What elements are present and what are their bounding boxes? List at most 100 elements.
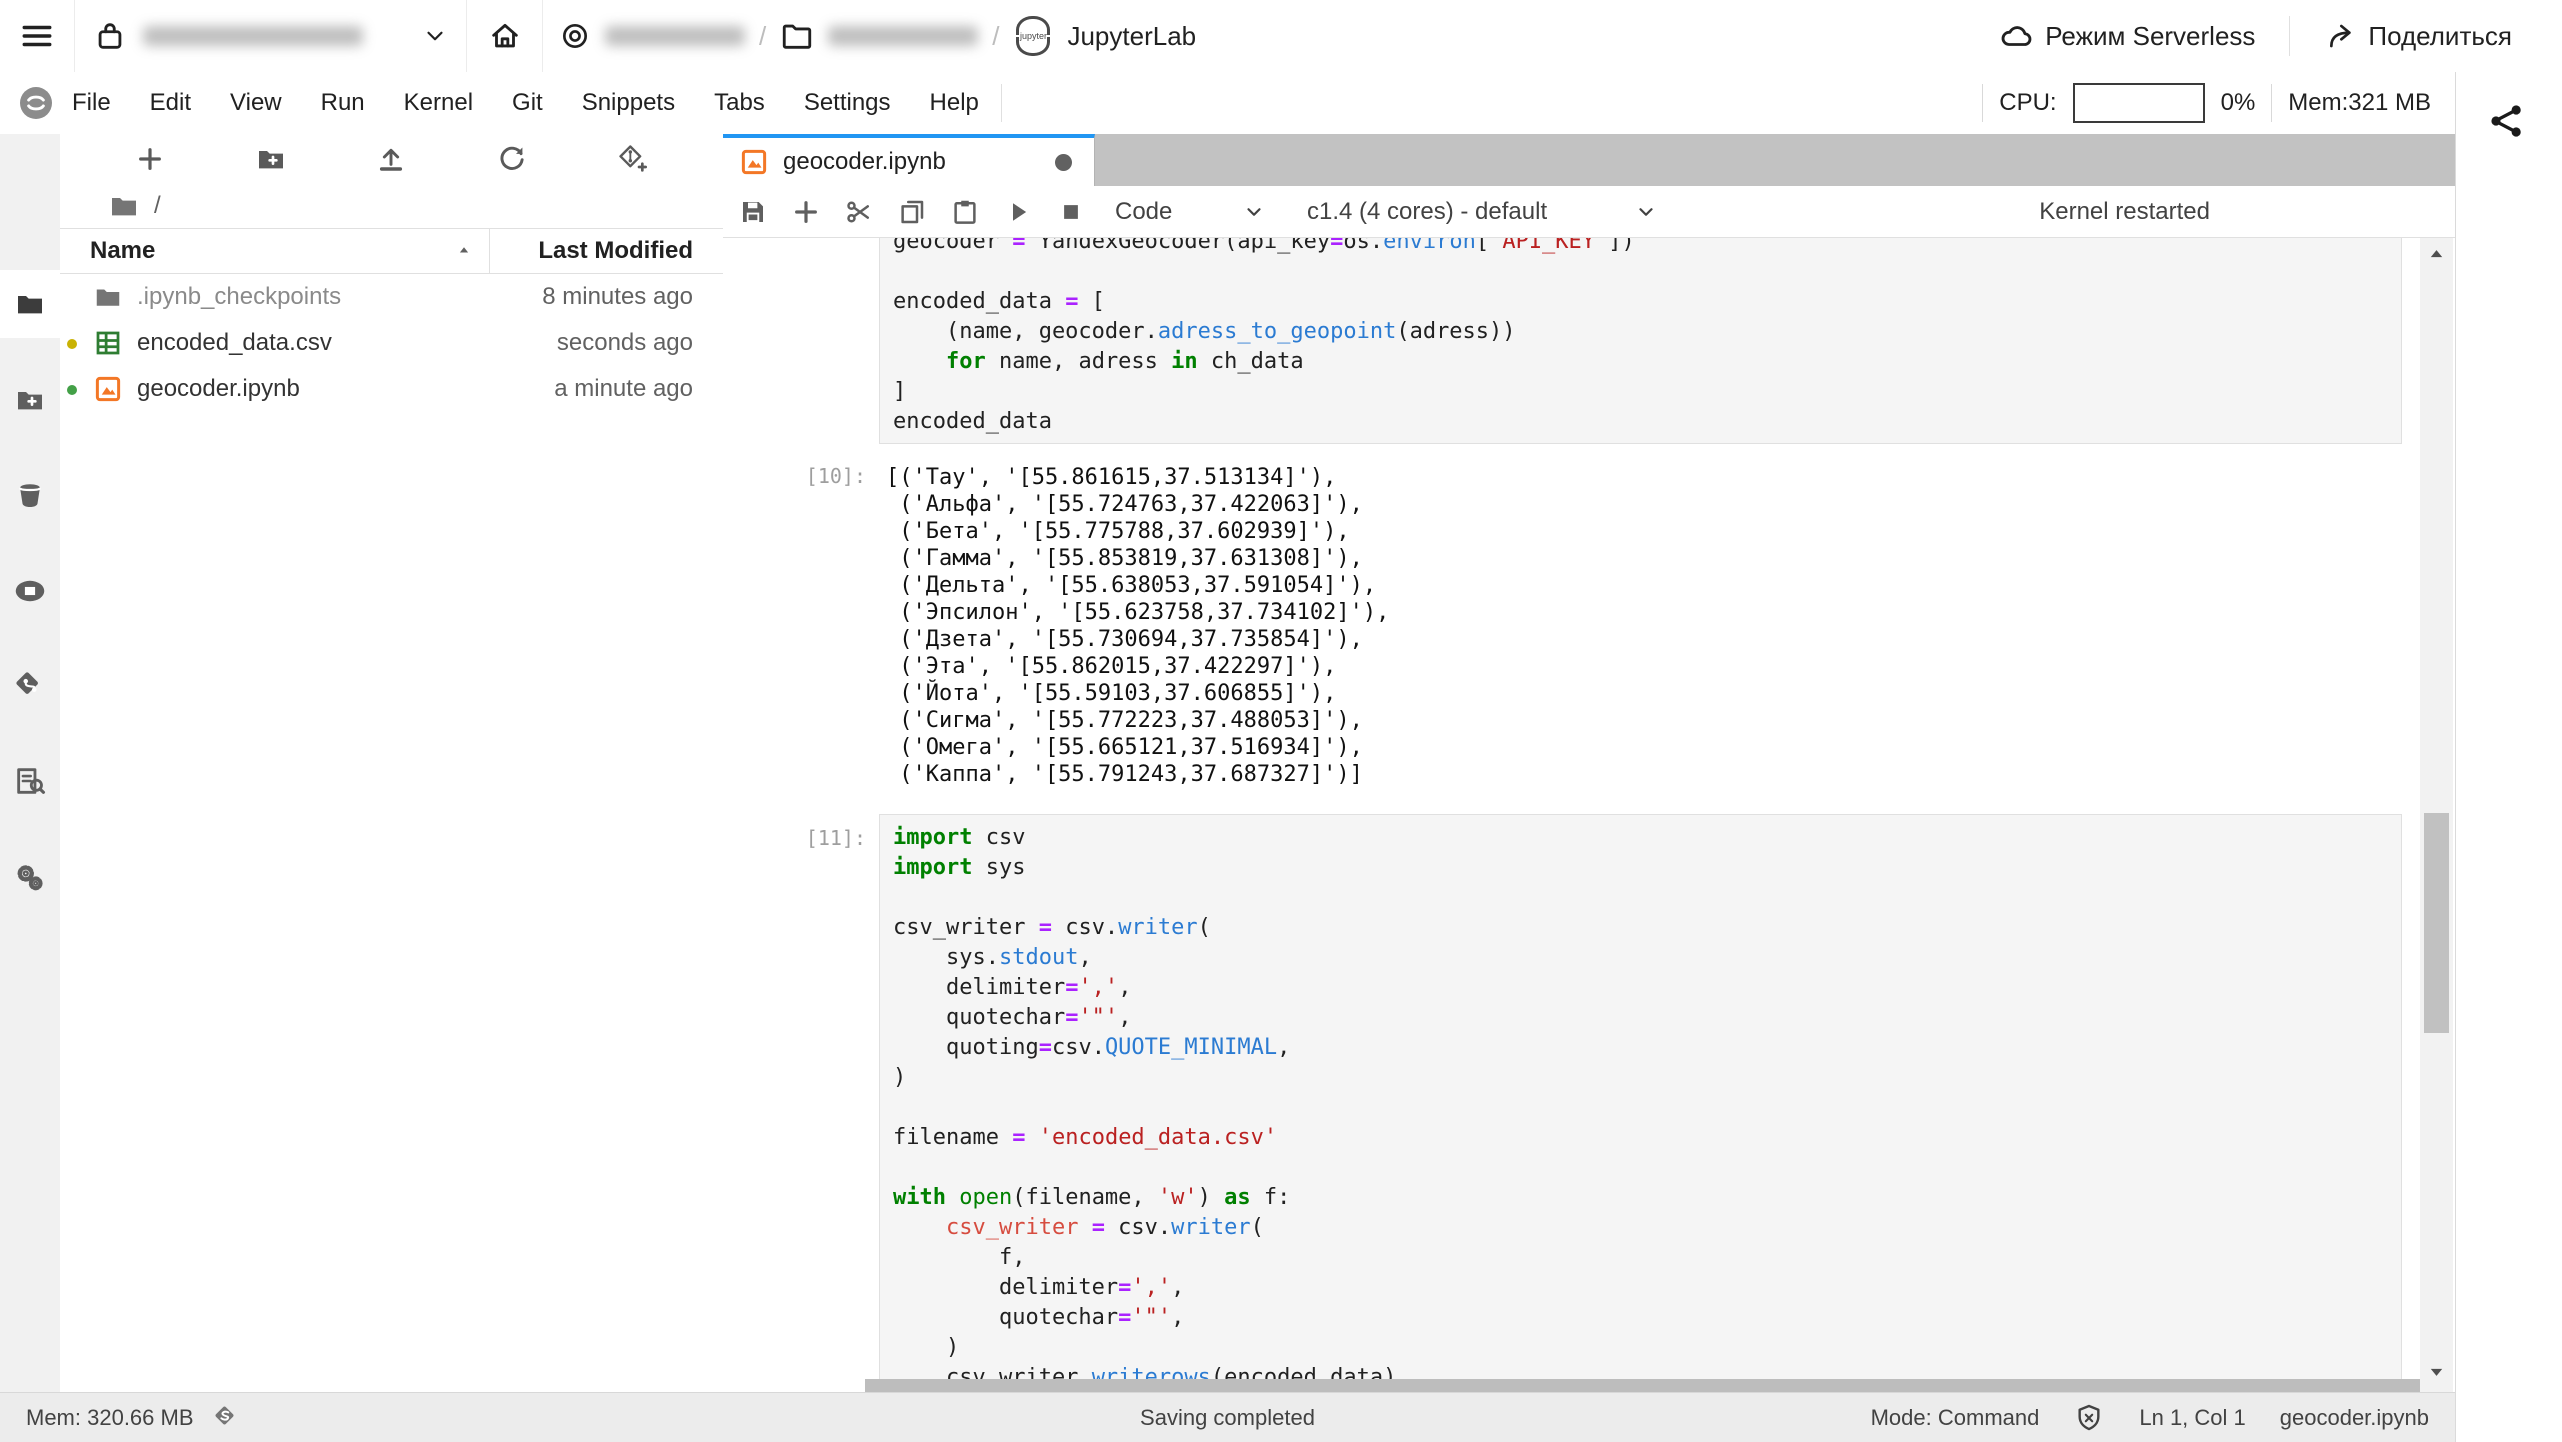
stop-button[interactable] — [1055, 197, 1087, 227]
cell-type-value: Code — [1115, 197, 1173, 225]
file-row--ipynb-checkpoints[interactable]: .ipynb_checkpoints 8 minutes ago — [60, 274, 723, 320]
hamburger-icon — [20, 19, 54, 53]
folder-plus-icon — [255, 143, 287, 175]
menu-kernel[interactable]: Kernel — [404, 89, 473, 117]
file-row-geocoder-ipynb[interactable]: geocoder.ipynb a minute ago — [60, 366, 723, 412]
divider — [1982, 84, 1984, 122]
menu-items: File Edit View Run Kernel Git Snippets Tabs Sett… — [72, 89, 979, 117]
cell-prompt: [11]: — [805, 826, 866, 850]
upload-button[interactable] — [375, 143, 407, 175]
save-icon — [738, 197, 768, 227]
plus-icon — [134, 143, 166, 175]
memory-usage: Mem: 320.66 MB — [26, 1404, 194, 1430]
code-editor[interactable]: geocoder = YandexGeocoder(api_key=os.env… — [879, 238, 2402, 444]
activity-sidebar — [0, 134, 61, 1392]
cursor-position[interactable]: Ln 1, Col 1 — [2139, 1405, 2245, 1431]
horizontal-scrollbar[interactable] — [865, 1379, 2420, 1392]
share-button[interactable]: Поделиться — [2298, 0, 2538, 72]
copy-cell-button[interactable] — [896, 197, 928, 227]
right-icon-strip — [2455, 72, 2562, 1442]
scrollbar-thumb[interactable] — [2424, 813, 2449, 1033]
code-editor[interactable]: import csv import sys csv_writer = csv.wri… — [879, 814, 2402, 1392]
notebook-toolbar-icons — [737, 196, 1087, 228]
cpu-label: CPU: — [1999, 89, 2057, 116]
sidebar-item-catalog[interactable] — [0, 747, 60, 815]
menu-run[interactable]: Run — [321, 89, 365, 117]
sidebar-item-file-browser[interactable] — [0, 270, 60, 338]
workspace-switcher[interactable] — [75, 0, 467, 72]
menu-tabs[interactable]: Tabs — [714, 89, 765, 117]
file-list: .ipynb_checkpoints 8 minutes ago encoded_d… — [60, 274, 723, 412]
sidebar-item-sessions[interactable] — [0, 557, 60, 625]
sidebar-item-bucket[interactable] — [0, 461, 60, 529]
file-type-icon — [93, 328, 123, 358]
file-type-icon — [93, 282, 123, 312]
serverless-label: Режим Serverless — [2045, 20, 2256, 51]
breadcrumb: / / jupyter JupyterLab — [543, 0, 1973, 72]
project-target-icon — [559, 20, 591, 52]
breadcrumb-folder-icon[interactable] — [108, 190, 140, 222]
catalog-icon — [13, 764, 47, 798]
cut-cell-button[interactable] — [843, 197, 875, 227]
file-type-icon — [93, 374, 123, 404]
cell-type-select[interactable]: Code — [1115, 198, 1265, 226]
hamburger-menu-button[interactable] — [0, 0, 75, 72]
cpu-meter — [2072, 83, 2205, 123]
save-button[interactable] — [737, 197, 769, 227]
unsaved-changes-dot — [1055, 153, 1072, 171]
notebook-icon — [739, 147, 769, 177]
breadcrumb-separator: / — [759, 20, 767, 51]
menu-view[interactable]: View — [230, 89, 282, 117]
scroll-up-arrow-icon[interactable] — [2426, 244, 2447, 265]
scroll-down-arrow-icon[interactable] — [2426, 1361, 2447, 1382]
sidebar-item-git[interactable] — [0, 652, 60, 720]
menu-edit[interactable]: Edit — [150, 89, 191, 117]
serverless-mode-button[interactable]: Режим Serverless — [1973, 0, 2281, 72]
chevron-down-icon — [422, 23, 448, 49]
tab-geocoder-ipynb[interactable]: geocoder.ipynb — [723, 134, 1095, 186]
copy-icon — [897, 197, 927, 227]
bucket-icon — [13, 478, 47, 512]
home-button[interactable] — [467, 0, 543, 72]
file-row-encoded-data-csv[interactable]: encoded_data.csv seconds ago — [60, 320, 723, 366]
tab-bar: geocoder.ipynb — [723, 134, 2455, 186]
name-column-header[interactable]: Name — [90, 237, 155, 265]
git-clone-button[interactable] — [617, 143, 649, 175]
git-icon — [13, 669, 47, 703]
file-name: encoded_data.csv — [137, 329, 332, 356]
kernel-value: c1.4 (4 cores) - default — [1307, 197, 1548, 225]
run-button[interactable] — [1002, 197, 1034, 227]
notebook-content: [11]: import csv import sys csv_writer = cs… — [723, 238, 2455, 1392]
file-name: .ipynb_checkpoints — [137, 283, 342, 310]
new-launcher-button[interactable] — [134, 143, 166, 175]
breadcrumb-separator: / — [992, 20, 1000, 51]
file-browser-icon — [14, 288, 46, 320]
sidebar-item-storage-new[interactable] — [0, 366, 60, 434]
upload-icon — [375, 143, 407, 175]
menu-file[interactable]: File — [72, 89, 111, 117]
share-nodes-button[interactable] — [2484, 98, 2530, 144]
menu-help[interactable]: Help — [930, 89, 979, 117]
share-arrow-icon — [2324, 20, 2356, 52]
menu-snippets[interactable]: Snippets — [582, 89, 675, 117]
paste-cell-button[interactable] — [949, 197, 981, 227]
cloud-icon — [1999, 19, 2033, 53]
modified-column-header[interactable]: Last Modified — [538, 237, 693, 265]
refresh-button[interactable] — [496, 143, 528, 175]
add-cell-button[interactable] — [790, 196, 822, 228]
sidebar-item-extensions[interactable] — [0, 843, 60, 911]
menu-bar: File Edit View Run Kernel Git Snippets Tabs Sett… — [0, 72, 2455, 135]
trust-shield-icon[interactable] — [2073, 1402, 2105, 1434]
cell-prompt: [10]: — [805, 464, 866, 488]
file-browser-panel: / Name Last Modified .ipynb_checkpoints 8… — [60, 134, 724, 1392]
new-folder-button[interactable] — [255, 143, 287, 175]
menu-git[interactable]: Git — [512, 89, 543, 117]
mode-indicator[interactable]: Mode: Command — [1871, 1405, 2040, 1431]
menu-settings[interactable]: Settings — [804, 89, 891, 117]
top-bar: / / jupyter JupyterLab Режим Serverless … — [0, 0, 2562, 73]
file-name: geocoder.ipynb — [137, 375, 300, 402]
extensions-icon — [13, 860, 47, 894]
breadcrumb-root[interactable]: / — [154, 192, 161, 220]
kernel-select[interactable]: c1.4 (4 cores) - default — [1307, 198, 1657, 226]
datasphere-logo-icon — [20, 87, 52, 119]
